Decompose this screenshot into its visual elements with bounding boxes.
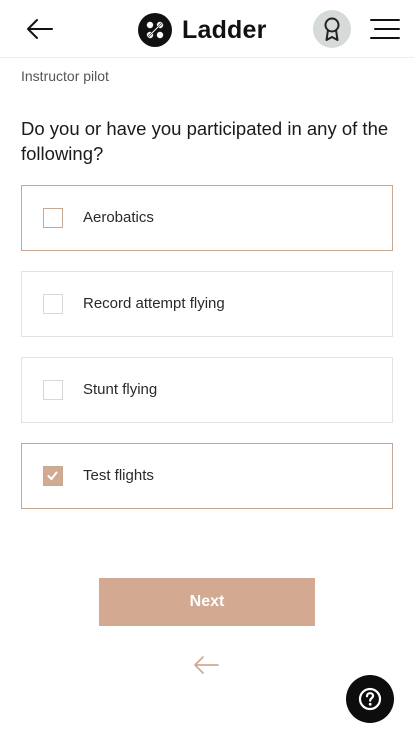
option-record-attempt-flying[interactable]: Record attempt flying [21, 271, 393, 337]
checkbox-checked[interactable] [43, 466, 63, 486]
previous-button[interactable] [191, 654, 221, 676]
checkbox[interactable] [43, 208, 63, 228]
option-aerobatics[interactable]: Aerobatics [21, 185, 393, 251]
question-heading: Do you or have you participated in any o… [21, 118, 389, 164]
section-label: Instructor pilot [21, 68, 109, 84]
brand-logo[interactable]: Ladder [138, 12, 267, 48]
option-label: Record attempt flying [83, 295, 225, 312]
achievements-button[interactable] [313, 10, 351, 48]
ladder-logo-icon [138, 13, 172, 47]
brand-name: Ladder [182, 15, 267, 44]
next-button[interactable]: Next [99, 578, 315, 626]
arrow-left-icon [194, 656, 219, 674]
option-stunt-flying[interactable]: Stunt flying [21, 357, 393, 423]
arrow-left-icon [27, 19, 53, 39]
award-ribbon-icon [324, 17, 340, 41]
app-header: Ladder [0, 0, 414, 58]
checkbox[interactable] [43, 380, 63, 400]
option-label: Stunt flying [83, 381, 158, 398]
option-label: Test flights [83, 467, 154, 484]
menu-button[interactable] [370, 17, 400, 41]
back-button[interactable] [24, 16, 54, 42]
checkbox[interactable] [43, 294, 63, 314]
checkmark-icon [47, 471, 58, 480]
help-button[interactable] [346, 675, 394, 723]
option-test-flights[interactable]: Test flights [21, 443, 393, 509]
option-label: Aerobatics [83, 209, 154, 226]
hamburger-menu-icon [370, 19, 400, 39]
question-mark-icon [358, 687, 382, 711]
